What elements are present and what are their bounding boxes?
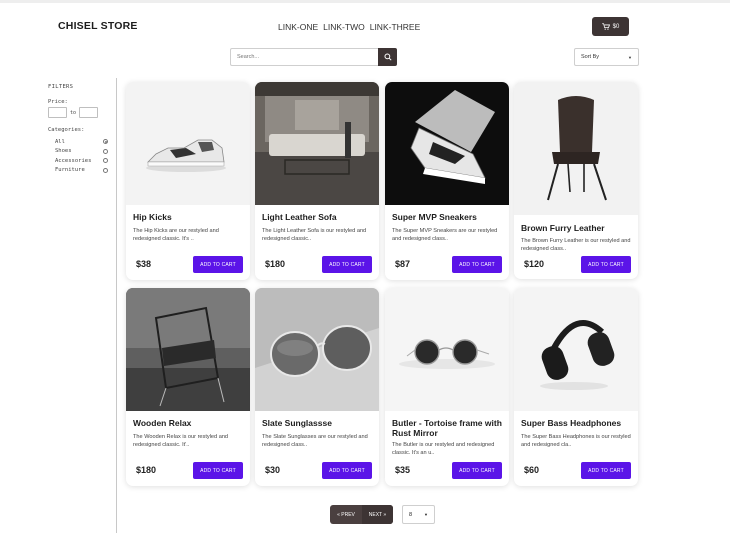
product-price: $30: [265, 465, 281, 475]
category-furniture[interactable]: Furniture: [48, 166, 108, 176]
category-radio[interactable]: [103, 148, 108, 154]
store-logo[interactable]: CHISEL STORE: [58, 20, 138, 32]
price-to-label: to: [70, 109, 77, 116]
sidebar-divider: [116, 78, 117, 533]
filters-sidebar: FILTERS Price: to Categories: All Shoes …: [48, 84, 108, 175]
product-title[interactable]: Super MVP Sneakers: [392, 212, 504, 222]
product-card[interactable]: Wooden Relax The Wooden Relax is our res…: [126, 288, 250, 486]
product-title[interactable]: Wooden Relax: [133, 418, 245, 428]
category-radio[interactable]: [103, 139, 108, 145]
add-to-cart-button[interactable]: ADD TO CART: [452, 462, 502, 479]
cart-total: $0: [612, 23, 620, 30]
category-radio[interactable]: [103, 158, 108, 164]
price-max-input[interactable]: [79, 107, 99, 118]
price-range: to: [48, 107, 108, 118]
product-title[interactable]: Hip Kicks: [133, 212, 245, 222]
add-to-cart-button[interactable]: ADD TO CART: [452, 256, 502, 273]
product-image-wooden-chair[interactable]: [126, 288, 250, 411]
category-label: All: [55, 138, 65, 145]
top-border: [0, 0, 730, 3]
search-button[interactable]: [378, 48, 397, 66]
product-title[interactable]: Brown Furry Leather: [521, 223, 633, 233]
per-page-select[interactable]: 8 ▼: [402, 505, 435, 524]
sort-selected: Sort By: [581, 54, 600, 60]
product-description: The Butler is our restyled and redesigne…: [392, 442, 495, 456]
category-all[interactable]: All: [48, 137, 108, 147]
filters-title: FILTERS: [48, 84, 74, 90]
pagination: « PREV NEXT »: [330, 505, 393, 524]
product-card[interactable]: Light Leather Sofa The Light Leather Sof…: [255, 82, 379, 280]
product-image-chair[interactable]: [514, 82, 638, 215]
add-to-cart-button[interactable]: ADD TO CART: [581, 462, 631, 479]
price-min-input[interactable]: [48, 107, 67, 118]
product-card[interactable]: Super MVP Sneakers The Super MVP Sneaker…: [385, 82, 509, 280]
add-to-cart-button[interactable]: ADD TO CART: [193, 256, 243, 273]
prev-page-button[interactable]: « PREV: [330, 505, 362, 524]
category-label: Furniture: [55, 167, 85, 174]
category-accessories[interactable]: Accessories: [48, 156, 108, 166]
category-list: All Shoes Accessories Furniture: [48, 137, 108, 175]
add-to-cart-button[interactable]: ADD TO CART: [193, 462, 243, 479]
per-page-value: 8: [409, 511, 413, 518]
category-label: Accessories: [55, 157, 92, 164]
product-price: $180: [265, 259, 286, 269]
add-to-cart-button[interactable]: ADD TO CART: [322, 256, 372, 273]
main-nav: LINK-ONE LINK-TWO LINK-THREE: [278, 22, 420, 32]
category-radio[interactable]: [103, 167, 108, 173]
product-description: The Super Bass Headphones is our restyle…: [521, 434, 631, 448]
categories-label: Categories:: [48, 127, 85, 133]
product-description: The Super MVP Sneakers are our restyled …: [392, 228, 498, 242]
product-card[interactable]: Slate Sunglassse The Slate Sunglasses ar…: [255, 288, 379, 486]
search-icon: [383, 53, 392, 61]
product-price: $60: [524, 465, 540, 475]
product-card[interactable]: Super Bass Headphones The Super Bass Hea…: [514, 288, 638, 486]
product-price: $120: [524, 259, 545, 269]
product-image-sunglasses[interactable]: [255, 288, 379, 411]
product-description: The Wooden Relax is our restyled and red…: [133, 434, 229, 448]
category-label: Shoes: [55, 148, 72, 155]
nav-link-two[interactable]: LINK-TWO: [323, 22, 365, 32]
product-price: $38: [136, 259, 152, 269]
product-title[interactable]: Slate Sunglassse: [262, 418, 374, 428]
product-title[interactable]: Light Leather Sofa: [262, 212, 374, 222]
cart-button[interactable]: $0: [592, 17, 629, 36]
product-title[interactable]: Butler - Tortoise frame with Rust Mirror: [392, 418, 504, 438]
search-input[interactable]: [230, 48, 378, 66]
chevron-down-icon: ▼: [424, 512, 428, 517]
nav-link-one[interactable]: LINK-ONE: [278, 22, 318, 32]
product-price: $35: [395, 465, 411, 475]
search-bar: [230, 48, 397, 66]
product-image-sofa[interactable]: [255, 82, 379, 205]
product-description: The Hip Kicks are our restyled and redes…: [133, 228, 219, 242]
product-description: The Brown Furry Leather is our restyled …: [521, 238, 631, 252]
add-to-cart-button[interactable]: ADD TO CART: [322, 462, 372, 479]
product-description: The Slate Sunglasses are our restyled an…: [262, 434, 368, 448]
product-image-mvp-sneaker[interactable]: [385, 82, 509, 205]
product-price: $180: [136, 465, 157, 475]
category-shoes[interactable]: Shoes: [48, 147, 108, 157]
sort-dropdown[interactable]: Sort By ▼: [574, 48, 639, 66]
product-card[interactable]: Butler - Tortoise frame with Rust Mirror…: [385, 288, 509, 486]
product-title[interactable]: Super Bass Headphones: [521, 418, 633, 428]
product-image-tortoise-glasses[interactable]: [385, 288, 509, 411]
chevron-down-icon: ▼: [628, 54, 632, 60]
cart-icon: [601, 23, 610, 30]
product-image-headphones[interactable]: [514, 288, 638, 411]
price-label: Price:: [48, 99, 68, 105]
product-description: The Light Leather Sofa is our restyled a…: [262, 228, 367, 242]
product-price: $87: [395, 259, 411, 269]
next-page-button[interactable]: NEXT »: [362, 505, 393, 524]
product-image-sneaker[interactable]: [126, 82, 250, 205]
product-card[interactable]: Hip Kicks The Hip Kicks are our restyled…: [126, 82, 250, 280]
product-card[interactable]: Brown Furry Leather The Brown Furry Leat…: [514, 82, 638, 279]
nav-link-three[interactable]: LINK-THREE: [370, 22, 421, 32]
add-to-cart-button[interactable]: ADD TO CART: [581, 256, 631, 273]
